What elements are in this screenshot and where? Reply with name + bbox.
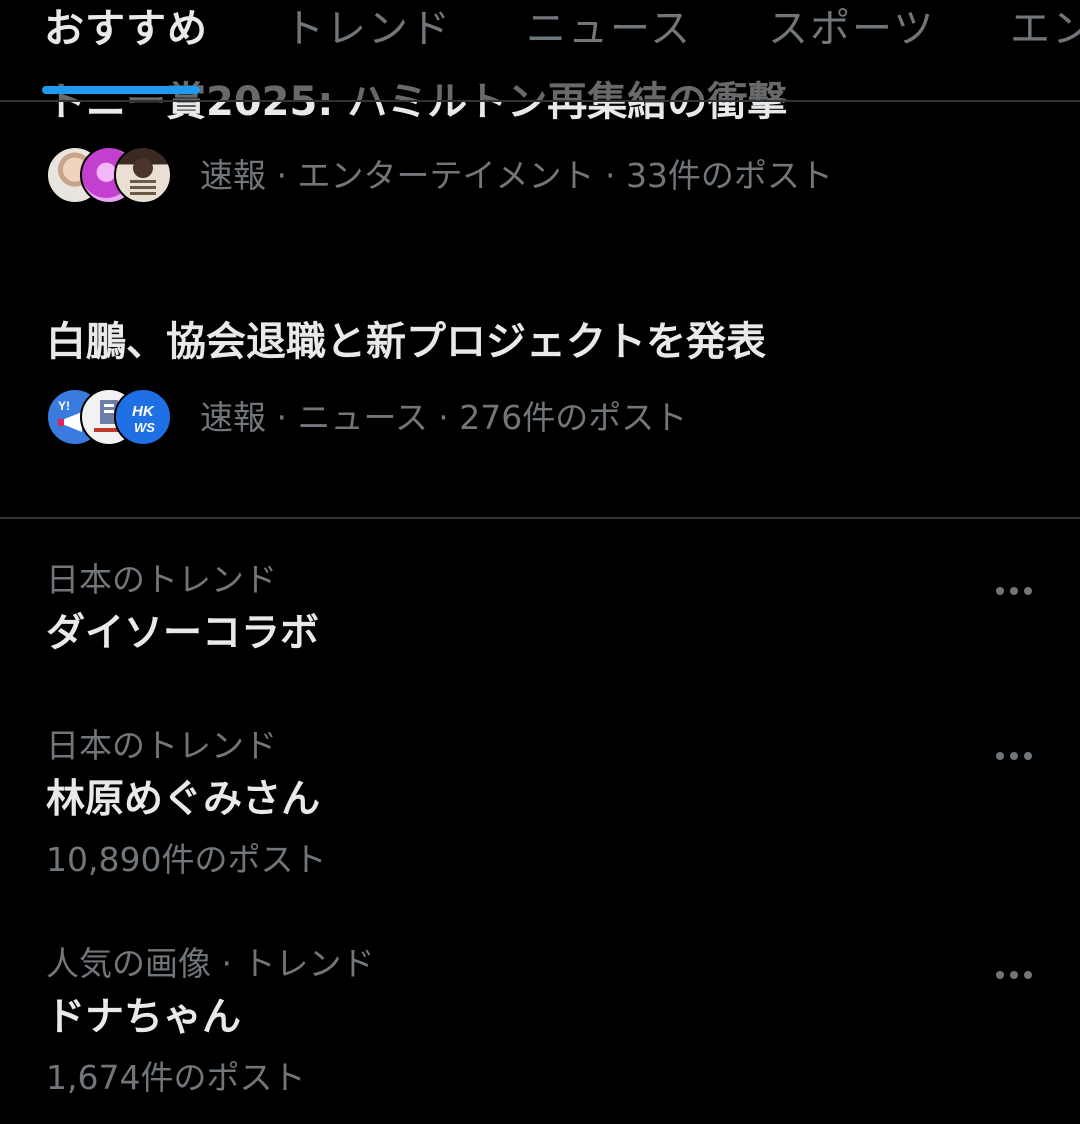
- more-options-button[interactable]: [984, 576, 1044, 606]
- trend-context: 日本のトレンド: [46, 726, 277, 765]
- news-avatars: [46, 146, 176, 206]
- news-meta: 速報 · ニュース · 276件のポスト: [200, 398, 688, 437]
- dot-icon: [1010, 587, 1018, 595]
- dot-icon: [996, 587, 1004, 595]
- dot-icon: [996, 971, 1004, 979]
- tab-for-you[interactable]: おすすめ: [44, 4, 208, 54]
- more-options-button[interactable]: [984, 960, 1044, 990]
- news-meta: 速報 · エンターテイメント · 33件のポスト: [200, 156, 833, 195]
- trend-context: 日本のトレンド: [46, 560, 277, 599]
- dot-icon: [1024, 587, 1032, 595]
- tab-news[interactable]: ニュース: [526, 4, 692, 54]
- tab-trending[interactable]: トレンド: [284, 4, 452, 54]
- trend-name: 林原めぐみさん: [46, 777, 321, 822]
- svg-text:HK: HK: [132, 403, 155, 420]
- trend-post-count: 10,890件のポスト: [46, 840, 327, 879]
- dot-icon: [1010, 752, 1018, 760]
- dot-icon: [996, 752, 1004, 760]
- svg-text:Y!: Y!: [58, 399, 70, 413]
- svg-text:WS: WS: [134, 420, 155, 435]
- active-tab-indicator: [42, 86, 200, 94]
- illustration-avatar: [114, 146, 172, 204]
- section-divider: [0, 517, 1080, 519]
- tab-sports[interactable]: スポーツ: [768, 4, 935, 54]
- more-options-button[interactable]: [984, 741, 1044, 771]
- trend-context: 人気の画像 · トレンド: [46, 944, 375, 983]
- illustration-icon: [130, 158, 156, 195]
- dot-icon: [1024, 971, 1032, 979]
- dot-icon: [1010, 971, 1018, 979]
- nhk-news-avatar: HK WS: [114, 388, 172, 446]
- explore-page: トニー賞2025: ハミルトン再集結の衝撃 速報 · エンターテイメント · 3…: [0, 0, 1080, 1124]
- trend-name: ドナちゃん: [46, 995, 242, 1040]
- trend-name: ダイソーコラボ: [46, 611, 320, 656]
- dot-icon: [1024, 752, 1032, 760]
- tab-entertainment[interactable]: エン: [1010, 4, 1080, 54]
- news-avatars: Y! HK WS: [46, 388, 176, 448]
- nhk-logo-icon: HK WS: [132, 403, 155, 435]
- news-title[interactable]: 白鵬、協会退職と新プロジェクトを発表: [46, 316, 766, 368]
- trend-post-count: 1,674件のポスト: [46, 1058, 306, 1097]
